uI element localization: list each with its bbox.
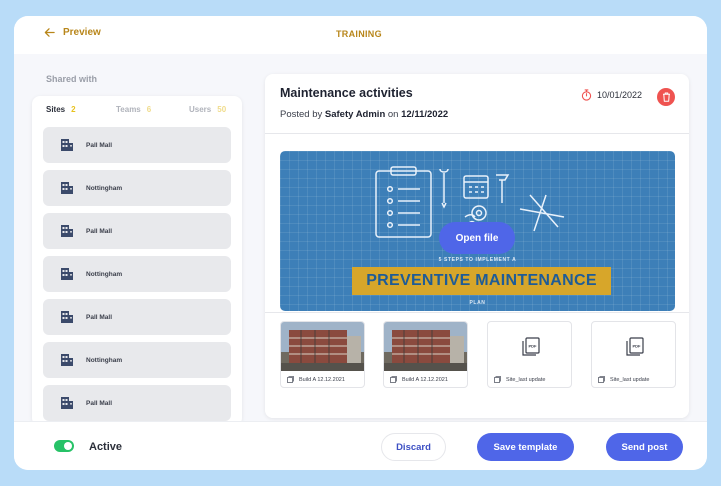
building-photo-thumbnail (384, 322, 467, 371)
gallery-icon (598, 376, 605, 383)
svg-text:PDF: PDF (632, 343, 641, 348)
tab-teams[interactable]: Teams 6 (116, 105, 151, 114)
site-name: Pall Mall (86, 141, 113, 149)
users-count: 50 (217, 105, 227, 114)
list-item[interactable]: Pall Mall (43, 299, 231, 335)
page-title: TRAINING (336, 29, 382, 39)
building-icon (61, 139, 73, 151)
pdf-icon: PDF (625, 336, 644, 356)
due-date: 10/01/2022 (581, 89, 642, 101)
site-name: Pall Mall (86, 313, 113, 321)
list-item[interactable]: Pall Mall (43, 127, 231, 163)
building-icon (61, 268, 73, 280)
posted-by-line: Posted by Safety Admin on 12/11/2022 (280, 109, 449, 120)
attachment-pdf[interactable]: PDF Site_last update (591, 321, 676, 388)
site-name: Pall Mall (86, 399, 113, 407)
active-label: Active (89, 441, 123, 453)
bottom-action-bar: Active Discard Save template Send post (14, 421, 707, 470)
attachment-caption: Build A 12.12.2021 (287, 376, 345, 383)
building-icon (61, 225, 73, 237)
building-icon (61, 311, 73, 323)
discard-button[interactable]: Discard (381, 433, 446, 461)
list-item[interactable]: Nottingham (43, 170, 231, 206)
trash-icon (662, 92, 670, 102)
list-item[interactable]: Nottingham (43, 342, 231, 378)
site-name: Nottingham (86, 356, 123, 364)
shared-with-panel: Sites 2 Teams 6 Users 50 Pall Mall Nottingh… (32, 96, 242, 426)
list-item[interactable]: Pall Mall (43, 385, 231, 421)
toggle-knob (64, 442, 72, 450)
shared-with-label: Shared with (46, 74, 98, 84)
attachment-caption: Site_last update (598, 376, 649, 383)
banner-subtitle: 5 STEPS TO IMPLEMENT A (438, 257, 517, 263)
top-bar: Preview TRAINING (14, 16, 707, 54)
header-divider (265, 133, 689, 134)
post-title: Maintenance activities (280, 86, 413, 100)
list-item[interactable]: Pall Mall (43, 213, 231, 249)
gallery-icon (287, 376, 294, 383)
shared-tabs: Sites 2 Teams 6 Users 50 (46, 105, 232, 117)
attachment-image[interactable]: Build A 12.12.2021 (383, 321, 468, 388)
sites-count: 2 (71, 105, 76, 114)
banner-headline: PREVENTIVE MAINTENANCE (352, 267, 611, 295)
stopwatch-icon (581, 89, 592, 101)
sites-list: Pall Mall Nottingham Pall Mall Nottingha… (43, 127, 231, 426)
preview-back-button[interactable]: Preview (44, 27, 101, 38)
preview-label: Preview (63, 27, 101, 38)
tab-users[interactable]: Users 50 (189, 105, 226, 114)
app-frame: Preview TRAINING Shared with Sites 2 Team… (14, 16, 707, 470)
active-toggle[interactable] (54, 440, 74, 452)
attachment-pdf[interactable]: PDF Site_last update (487, 321, 572, 388)
site-name: Nottingham (86, 270, 123, 278)
pdf-icon: PDF (521, 336, 540, 356)
building-icon (61, 182, 73, 194)
send-post-button[interactable]: Send post (606, 433, 683, 461)
open-file-button[interactable]: Open file (439, 222, 515, 254)
post-date: 12/11/2022 (401, 109, 449, 120)
teams-count: 6 (146, 105, 152, 114)
gallery-icon (494, 376, 501, 383)
post-preview-card: Maintenance activities Posted by Safety … (265, 74, 689, 418)
attachment-caption: Site_last update (494, 376, 545, 383)
building-icon (61, 354, 73, 366)
attachments-row: Build A 12.12.2021 Build A 12.12.2021 PD… (265, 312, 689, 418)
banner-tail: PLAN (469, 300, 486, 306)
tab-sites[interactable]: Sites 2 (46, 105, 76, 114)
site-name: Pall Mall (86, 227, 113, 235)
delete-button[interactable] (657, 88, 675, 106)
attachment-caption: Build A 12.12.2021 (390, 376, 448, 383)
arrow-left-icon (44, 28, 55, 37)
building-photo-thumbnail (281, 322, 364, 371)
gallery-icon (390, 376, 397, 383)
building-icon (61, 397, 73, 409)
svg-text:PDF: PDF (528, 343, 537, 348)
attachment-image[interactable]: Build A 12.12.2021 (280, 321, 365, 388)
post-author: Safety Admin (324, 109, 386, 120)
list-item[interactable]: Nottingham (43, 256, 231, 292)
save-template-button[interactable]: Save template (477, 433, 574, 461)
site-name: Nottingham (86, 184, 123, 192)
